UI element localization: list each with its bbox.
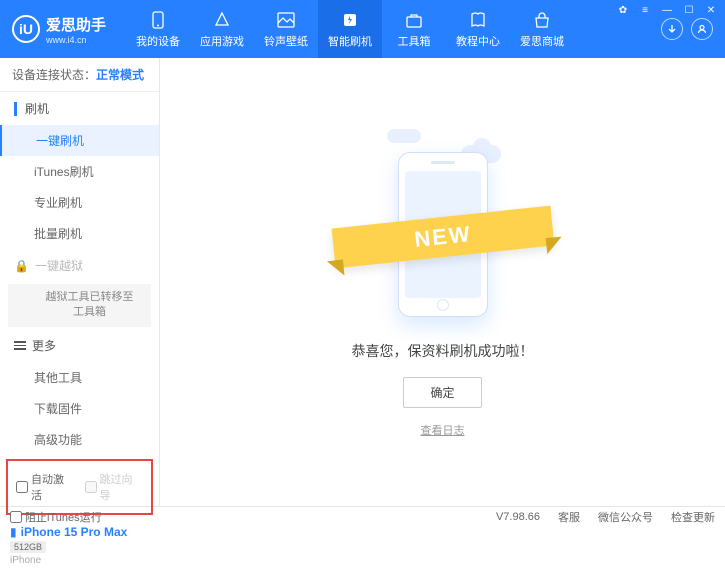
close-icon[interactable]: ✕ (703, 3, 719, 17)
checkbox-skip-guide: 跳过向导 (85, 471, 144, 503)
sidebar-item-oneclick-flash[interactable]: 一键刷机 (0, 125, 159, 156)
minimize-icon[interactable]: — (659, 3, 675, 17)
view-log-link[interactable]: 查看日志 (421, 422, 465, 438)
window-controls: ✿ ≡ — ☐ ✕ (615, 3, 719, 17)
toolbox-icon (404, 10, 424, 30)
app-subtitle: www.i4.cn (46, 35, 106, 45)
section-label: 更多 (32, 337, 56, 354)
app-header: ✿ ≡ — ☐ ✕ iU 爱思助手 www.i4.cn 我的设备 应用游戏 (0, 0, 725, 58)
nav-label: 教程中心 (456, 33, 500, 49)
phone-icon (148, 10, 168, 30)
nav-label: 智能刷机 (328, 33, 372, 49)
book-icon (468, 10, 488, 30)
nav-store[interactable]: 爱思商城 (510, 0, 574, 58)
checkbox-label: 自动激活 (31, 471, 75, 503)
sidebar-item-itunes-flash[interactable]: iTunes刷机 (0, 156, 159, 187)
nav-tutorials[interactable]: 教程中心 (446, 0, 510, 58)
maximize-icon[interactable]: ☐ (681, 3, 697, 17)
hamburger-icon (14, 341, 26, 350)
footer-wechat[interactable]: 微信公众号 (598, 509, 653, 525)
checkbox-input[interactable] (16, 481, 28, 493)
version-label: V7.98.66 (496, 511, 540, 523)
section-flash[interactable]: 刷机 (0, 92, 159, 125)
checkbox-block-itunes[interactable]: 阻止iTunes运行 (10, 509, 102, 525)
section-label: 一键越狱 (35, 257, 83, 274)
nav-toolbox[interactable]: 工具箱 (382, 0, 446, 58)
store-icon (532, 10, 552, 30)
success-message: 恭喜您，保资料刷机成功啦！ (352, 341, 534, 361)
checkbox-auto-activate[interactable]: 自动激活 (16, 471, 75, 503)
user-button[interactable] (691, 18, 713, 40)
footer-check-update[interactable]: 检查更新 (671, 509, 715, 525)
body: 设备连接状态：正常模式 刷机 一键刷机 iTunes刷机 专业刷机 批量刷机 🔒… (0, 58, 725, 506)
section-more[interactable]: 更多 (0, 329, 159, 362)
download-button[interactable] (661, 18, 683, 40)
image-icon (276, 10, 296, 30)
flash-icon (340, 10, 360, 30)
nav-label: 应用游戏 (200, 33, 244, 49)
footer-support[interactable]: 客服 (558, 509, 580, 525)
nav-my-device[interactable]: 我的设备 (126, 0, 190, 58)
sidebar-item-batch-flash[interactable]: 批量刷机 (0, 218, 159, 249)
header-actions (661, 18, 713, 40)
cloud-icon (387, 129, 421, 143)
tshirt-icon[interactable]: ✿ (615, 3, 631, 17)
app-title: 爱思助手 (46, 14, 106, 35)
menu-icon[interactable]: ≡ (637, 3, 653, 17)
main-content: NEW 恭喜您，保资料刷机成功啦！ 确定 查看日志 (160, 58, 725, 506)
section-jailbreak: 🔒 一键越狱 (0, 249, 159, 282)
device-storage: 512GB (10, 541, 46, 553)
section-label: 刷机 (25, 100, 49, 117)
nav-label: 我的设备 (136, 33, 180, 49)
top-nav: 我的设备 应用游戏 铃声壁纸 智能刷机 工具箱 (126, 0, 574, 58)
sidebar: 设备连接状态：正常模式 刷机 一键刷机 iTunes刷机 专业刷机 批量刷机 🔒… (0, 58, 160, 506)
sidebar-item-advanced[interactable]: 高级功能 (0, 424, 159, 455)
nav-label: 爱思商城 (520, 33, 564, 49)
sidebar-item-other-tools[interactable]: 其他工具 (0, 362, 159, 393)
jailbreak-notice: 越狱工具已转移至工具箱 (8, 284, 151, 327)
checkbox-label: 阻止iTunes运行 (25, 509, 102, 525)
lock-icon: 🔒 (14, 259, 29, 273)
nav-label: 铃声壁纸 (264, 33, 308, 49)
nav-ringtones[interactable]: 铃声壁纸 (254, 0, 318, 58)
success-illustration: NEW (343, 127, 543, 317)
ok-button[interactable]: 确定 (403, 377, 481, 408)
nav-label: 工具箱 (398, 33, 431, 49)
checkbox-input (85, 481, 97, 493)
options-highlighted: 自动激活 跳过向导 (6, 459, 153, 515)
checkbox-label: 跳过向导 (100, 471, 144, 503)
nav-flash[interactable]: 智能刷机 (318, 0, 382, 58)
checkbox-input[interactable] (10, 511, 22, 523)
logo-icon: iU (12, 15, 40, 43)
sidebar-item-pro-flash[interactable]: 专业刷机 (0, 187, 159, 218)
status-mode: 正常模式 (96, 68, 144, 82)
status-label: 设备连接状态： (12, 68, 96, 82)
connection-status: 设备连接状态：正常模式 (0, 58, 159, 92)
device-type: iPhone (10, 555, 149, 566)
apps-icon (212, 10, 232, 30)
sidebar-item-download-firmware[interactable]: 下载固件 (0, 393, 159, 424)
nav-apps[interactable]: 应用游戏 (190, 0, 254, 58)
logo: iU 爱思助手 www.i4.cn (12, 14, 106, 45)
